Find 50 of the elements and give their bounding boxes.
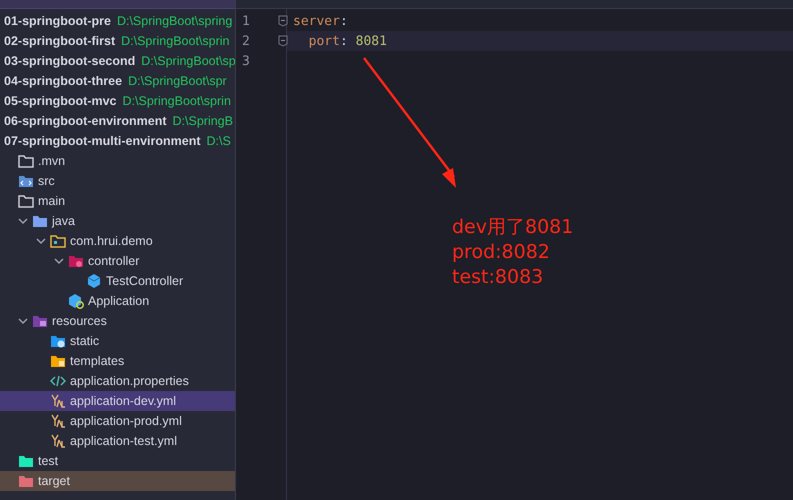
tree-item[interactable]: 05-springboot-mvc D:\SpringBoot\sprin [0,91,235,111]
class-icon [68,293,84,309]
tree-item[interactable]: 06-springboot-environment D:\SpringB [0,111,235,131]
tree-item[interactable]: 03-springboot-second D:\SpringBoot\sp [0,51,235,71]
tree-item[interactable]: 07-springboot-multi-environment D:\S [0,131,235,151]
class-icon [86,273,102,289]
annotation-text: test:8083 [452,265,544,290]
line-number: 2 [242,34,250,48]
fold-icon[interactable] [278,15,288,27]
tree-item[interactable]: 01-springboot-pre D:\SpringBoot\spring [0,11,235,31]
tree-item[interactable]: com.hrui.demo [0,231,235,251]
tree-item[interactable]: 04-springboot-three D:\SpringBoot\spr [0,71,235,91]
folder-icon [18,473,34,489]
tree-item[interactable]: .mvn [0,151,235,171]
tree-item[interactable]: TestController [0,271,235,291]
tree-item[interactable]: test [0,451,235,471]
tree-item[interactable]: main [0,191,235,211]
folder-icon [50,333,66,349]
folder-icon [32,213,48,229]
tree-item[interactable]: Application [0,291,235,311]
folder-icon [18,193,34,209]
code-icon [50,373,66,389]
tree-item[interactable]: target [0,471,235,491]
tree-item[interactable]: templates [0,351,235,371]
tree-item[interactable]: controller [0,251,235,271]
tree-item[interactable]: src [0,171,235,191]
line-number: 1 [242,14,250,28]
tree-item[interactable]: static [0,331,235,351]
folder-icon [18,173,34,189]
tree-item[interactable]: application-dev.yml [0,391,235,411]
fold-icon[interactable] [278,35,288,47]
annotation-text: prod:8082 [452,240,551,265]
annotation-text: dev用了8081 [452,215,574,240]
tree-item[interactable]: resources [0,311,235,331]
tree-item[interactable]: java [0,211,235,231]
yaml-file-icon [50,413,66,429]
folder-icon [50,353,66,369]
package-icon [50,233,66,249]
code-line: server: [292,12,349,30]
tree-item[interactable]: application.properties [0,371,235,391]
yaml-file-icon [50,393,66,409]
line-number: 3 [242,54,250,68]
tree-item[interactable]: application-prod.yml [0,411,235,431]
tree-item[interactable]: 02-springboot-first D:\SpringBoot\sprin [0,31,235,51]
package-icon [68,253,84,269]
folder-icon [18,153,34,169]
yaml-file-icon [50,433,66,449]
folder-icon [18,453,34,469]
folder-icon [32,313,48,329]
tree-item[interactable]: application-test.yml [0,431,235,451]
